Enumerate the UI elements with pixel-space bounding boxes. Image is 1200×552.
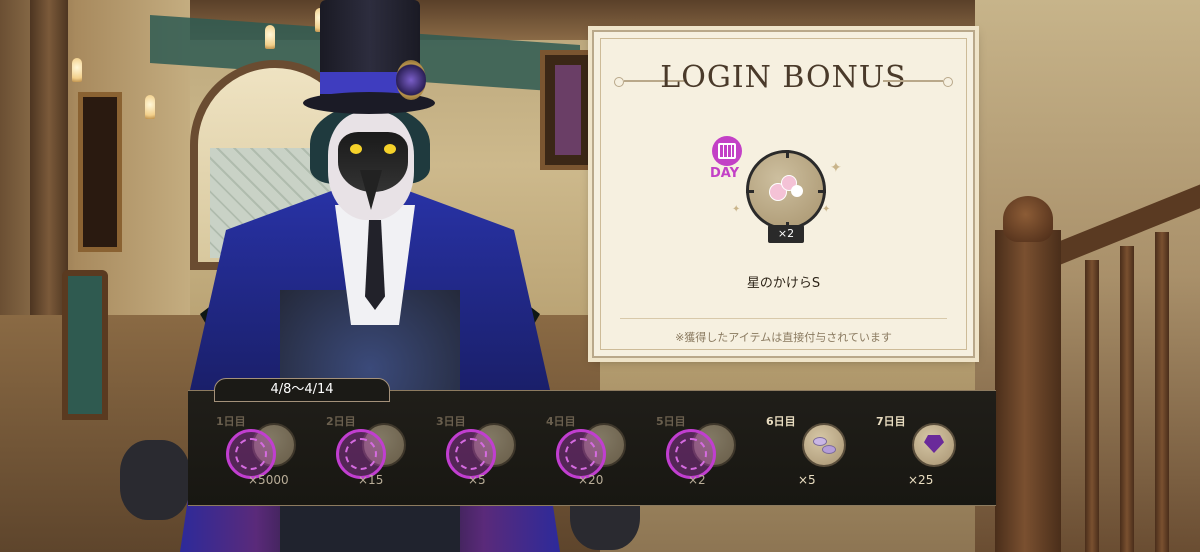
macaron-icon <box>802 423 846 467</box>
hat-brooch <box>396 60 426 100</box>
day-slot-7: 7日目 ×25 <box>864 401 974 501</box>
day-badge-label: DAY <box>710 166 740 181</box>
baluster <box>1085 260 1099 552</box>
login-stamp <box>226 429 276 479</box>
day-quantity: ×20 <box>578 473 604 487</box>
day-quantity: ×2 <box>688 473 706 487</box>
eye <box>350 144 362 154</box>
wall-lamp <box>72 58 82 82</box>
wall-lamp <box>145 95 155 119</box>
gloved-hand-left <box>120 440 190 520</box>
login-stamp <box>446 429 496 479</box>
eye <box>384 144 396 154</box>
day-label: 1日目 <box>216 415 246 428</box>
today-reward-quantity: ×2 <box>768 225 804 243</box>
day-slot-3: 3日目 ×5 <box>424 401 534 501</box>
login-stamp <box>666 429 716 479</box>
divider <box>620 318 947 319</box>
day-label: 7日目 <box>876 415 906 428</box>
today-reward-name: 星のかけらS <box>746 276 821 291</box>
day-label: 4日目 <box>546 415 576 428</box>
login-bonus-title: LOGIN BONUS <box>660 60 907 95</box>
day-quantity: ×25 <box>908 473 934 487</box>
chair <box>62 270 108 420</box>
star-fragment-icon <box>767 171 807 209</box>
granted-note: ※獲得したアイテムは直接付与されています <box>675 331 892 344</box>
day-label: 6日目 <box>766 415 796 428</box>
today-reward-item <box>746 150 826 230</box>
baluster <box>1120 246 1134 552</box>
period-label: 4/8〜4/14 <box>214 378 390 402</box>
baluster <box>1155 232 1169 552</box>
day-label: 3日目 <box>436 415 466 428</box>
day-quantity: ×5 <box>798 473 816 487</box>
day-quantity: ×15 <box>358 473 384 487</box>
day-slot-6: 6日目 ×5 <box>754 401 864 501</box>
day-slot-2: 2日目 ×15 <box>314 401 424 501</box>
calendar-icon <box>712 136 742 166</box>
day-quantity: ×5 <box>468 473 486 487</box>
sparkle-icon: ✦ <box>830 160 842 176</box>
weekly-bonus-strip: 1日目 ×5000 2日目 ×15 3日目 ×5 4日目 ×20 5日目 ×2 … <box>188 390 996 506</box>
login-bonus-card: LOGIN BONUS DAY ✦ ✦ ✦ ×2 星のかけらS ※獲得したアイテ… <box>592 30 975 358</box>
login-stamp <box>556 429 606 479</box>
sparkle-icon: ✦ <box>822 204 831 215</box>
day-slot-5: 5日目 ×2 <box>644 401 754 501</box>
login-stamp <box>336 429 386 479</box>
newel-post <box>995 230 1061 552</box>
newel-finial <box>1003 196 1053 242</box>
day-quantity: ×5000 <box>248 473 289 487</box>
day-slot-1: 1日目 ×5000 <box>204 401 314 501</box>
day-label: 5日目 <box>656 415 686 428</box>
day-label: 2日目 <box>326 415 356 428</box>
purple-gem-icon <box>912 423 956 467</box>
title-flourish-right <box>883 77 953 87</box>
wall-mirror <box>78 92 122 252</box>
sparkle-icon: ✦ <box>732 204 741 215</box>
day-slot-4: 4日目 ×20 <box>534 401 644 501</box>
